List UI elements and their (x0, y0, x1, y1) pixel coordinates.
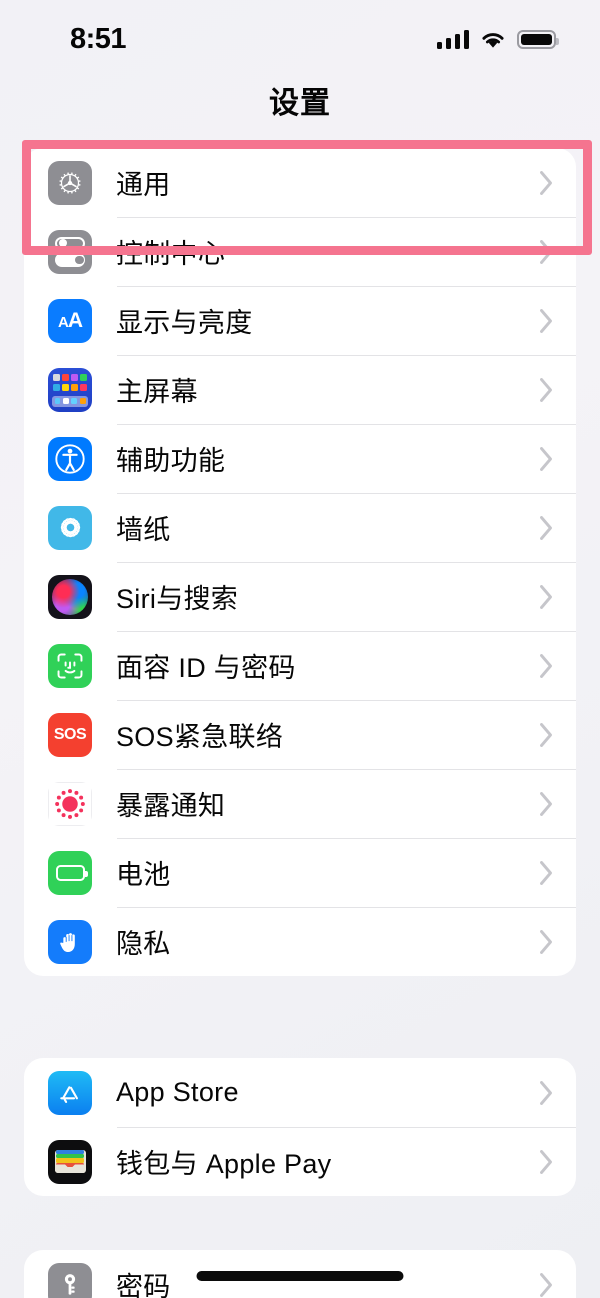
wallpaper-icon (48, 505, 92, 550)
settings-row-accessibility[interactable]: 辅助功能 (24, 424, 576, 493)
chevron-right-icon (540, 653, 552, 678)
iphone-settings-screen: 8:51 设置 通用 控制中心 AA 显示与亮度 主屏幕 辅助功能 墙纸 Sir… (0, 0, 600, 1298)
settings-row-label: 主屏幕 (116, 377, 198, 407)
settings-row-label: SOS紧急联络 (116, 722, 284, 752)
settings-row-label: 暴露通知 (116, 791, 226, 821)
status-bar-indicators (436, 29, 559, 49)
settings-row-label: 辅助功能 (116, 446, 226, 476)
home-screen-icon (48, 367, 92, 412)
settings-row-siri-search[interactable]: Siri与搜索 (24, 562, 576, 631)
chevron-right-icon (540, 860, 552, 885)
settings-row-label: 控制中心 (116, 239, 226, 269)
chevron-right-icon (540, 584, 552, 609)
settings-row-battery-settings[interactable]: 电池 (24, 838, 576, 907)
settings-row-label: Siri与搜索 (116, 584, 239, 614)
settings-row-privacy[interactable]: 隐私 (24, 907, 576, 976)
settings-row-emergency-sos[interactable]: SOS SOS紧急联络 (24, 700, 576, 769)
chevron-right-icon (540, 515, 552, 540)
settings-row-label: 隐私 (116, 929, 171, 959)
privacy-icon (48, 919, 92, 964)
settings-row-wallet-apple-pay[interactable]: 钱包与 Apple Pay (24, 1127, 576, 1196)
chevron-right-icon (540, 377, 552, 402)
app-store-icon (48, 1070, 92, 1115)
settings-general-icon (48, 160, 92, 205)
chevron-right-icon (540, 446, 552, 471)
chevron-right-icon (540, 170, 552, 195)
settings-row-display-brightness[interactable]: AA 显示与亮度 (24, 286, 576, 355)
chevron-right-icon (540, 239, 552, 264)
chevron-right-icon (540, 929, 552, 954)
wifi-icon (482, 32, 504, 48)
group-system: 通用 控制中心 AA 显示与亮度 主屏幕 辅助功能 墙纸 Siri与搜索 面容 … (24, 148, 576, 976)
wallet-apple-pay-icon (48, 1139, 92, 1184)
settings-row-label: 电池 (116, 860, 171, 890)
passwords-icon (48, 1262, 92, 1298)
settings-row-app-store[interactable]: App Store (24, 1058, 576, 1127)
settings-row-label: 面容 ID 与密码 (116, 653, 296, 683)
settings-row-label: 墙纸 (116, 515, 171, 545)
settings-row-home-screen[interactable]: 主屏幕 (24, 355, 576, 424)
settings-row-label: 钱包与 Apple Pay (116, 1149, 332, 1179)
status-bar-clock: 8:51 (70, 22, 127, 55)
chevron-right-icon (540, 1080, 552, 1105)
cellular-signal-icon (436, 29, 469, 49)
status-bar: 8:51 (0, 0, 600, 72)
settings-row-label: 通用 (116, 170, 171, 200)
settings-row-control-center[interactable]: 控制中心 (24, 217, 576, 286)
chevron-right-icon (540, 308, 552, 333)
display-brightness-icon: AA (48, 298, 92, 343)
siri-search-icon (48, 574, 92, 619)
exposure-notifications-icon (48, 781, 92, 826)
home-indicator-bar[interactable] (196, 1271, 404, 1281)
chevron-right-icon (540, 791, 552, 816)
settings-row-settings-general[interactable]: 通用 (24, 148, 576, 217)
face-id-passcode-icon (48, 643, 92, 688)
control-center-icon (48, 229, 92, 274)
battery-settings-icon (48, 850, 92, 895)
settings-row-label: 显示与亮度 (116, 308, 253, 338)
chevron-right-icon (540, 1149, 552, 1174)
chevron-right-icon (540, 1272, 552, 1297)
settings-row-wallpaper[interactable]: 墙纸 (24, 493, 576, 562)
settings-row-face-id-passcode[interactable]: 面容 ID 与密码 (24, 631, 576, 700)
emergency-sos-icon: SOS (48, 712, 92, 757)
settings-row-label: 密码 (116, 1272, 171, 1298)
accessibility-icon (48, 436, 92, 481)
page-title: 设置 (269, 87, 331, 120)
settings-row-exposure-notifications[interactable]: 暴露通知 (24, 769, 576, 838)
settings-row-label: App Store (116, 1077, 239, 1107)
chevron-right-icon (540, 722, 552, 747)
group-store: App Store 钱包与 Apple Pay (24, 1058, 576, 1196)
battery-full-icon (517, 29, 559, 49)
